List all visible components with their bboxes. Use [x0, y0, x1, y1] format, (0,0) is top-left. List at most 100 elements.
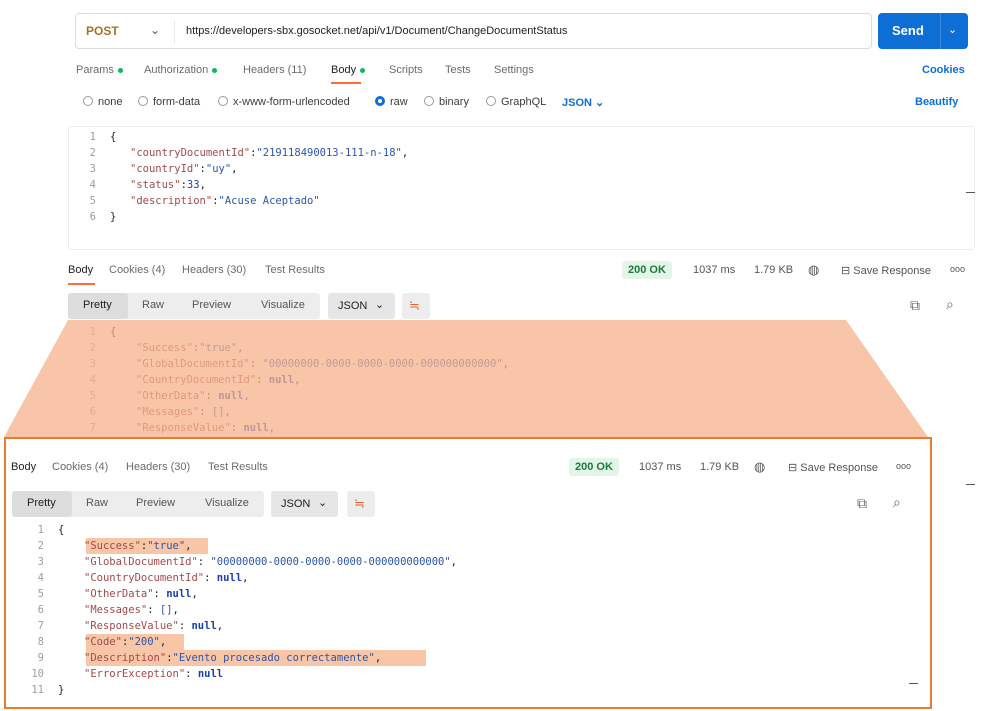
response-tab-test-results[interactable]: Test Results — [208, 461, 268, 473]
scrollbar-handle[interactable] — [966, 484, 975, 485]
response-tab-body[interactable]: Body — [68, 264, 93, 276]
json-comma: , — [294, 374, 301, 386]
brace: { — [110, 131, 117, 143]
response-tab-headers[interactable]: Headers (30) — [126, 461, 190, 473]
json-value: "00000000-0000-0000-0000-000000000000" — [210, 556, 451, 568]
code-line: 5 "OtherData": null, — [24, 586, 457, 602]
line-number: 8 — [37, 636, 44, 648]
request-body-code: 1{2 "countryDocumentId":"219118490013-111… — [76, 129, 409, 225]
code-line: 4 "CountryDocumentId": null, — [76, 372, 509, 388]
code-line: 3 "GlobalDocumentId": "00000000-0000-0000… — [76, 356, 509, 372]
json-key: "Messages" — [84, 604, 148, 616]
json-comma: , — [159, 636, 167, 648]
code-line: 7 "ResponseValue": null, — [24, 618, 457, 634]
code-line: 1{ — [76, 129, 408, 145]
send-button[interactable]: Send ⌄ — [878, 13, 968, 49]
line-number: 1 — [89, 131, 96, 143]
view-visualize[interactable]: Visualize — [205, 497, 249, 509]
json-key: "GlobalDocumentId" — [136, 358, 250, 370]
raw-format-select[interactable]: JSON ⌄ — [562, 96, 604, 109]
body-type-graphql[interactable]: GraphQL — [486, 96, 546, 108]
code-line: 11} — [24, 682, 457, 698]
view-pretty[interactable]: Pretty — [27, 497, 56, 509]
more-options-icon[interactable]: ooo — [896, 461, 911, 471]
chevron-down-icon[interactable]: ⌄ — [948, 23, 957, 36]
response-tab-headers[interactable]: Headers (30) — [182, 264, 246, 276]
view-pretty[interactable]: Pretty — [83, 299, 112, 311]
globe-icon[interactable]: ◍ — [808, 262, 819, 278]
json-value: "200" — [128, 636, 160, 648]
tab-params[interactable]: Params — [76, 64, 123, 76]
json-colon: : — [197, 556, 211, 568]
line-number: 3 — [37, 556, 44, 568]
radio-icon — [486, 96, 496, 106]
line-number: 6 — [89, 211, 96, 223]
json-colon: : — [230, 422, 244, 434]
cookies-link[interactable]: Cookies — [922, 64, 965, 76]
more-options-icon[interactable]: ooo — [950, 264, 965, 274]
copy-icon[interactable]: ⧉ — [910, 297, 920, 314]
globe-icon[interactable]: ◍ — [754, 459, 765, 475]
wrap-lines-button[interactable]: ≒ — [347, 491, 375, 517]
line-number: 4 — [89, 179, 96, 191]
view-preview[interactable]: Preview — [192, 299, 231, 311]
copy-icon[interactable]: ⧉ — [857, 495, 867, 512]
line-number: 10 — [31, 668, 44, 680]
view-preview[interactable]: Preview — [136, 497, 175, 509]
line-number: 4 — [37, 572, 44, 584]
line-number: 5 — [89, 390, 96, 402]
code-line: 6} — [76, 209, 408, 225]
json-value: null — [268, 374, 295, 386]
view-raw[interactable]: Raw — [86, 497, 108, 509]
line-number: 7 — [89, 422, 96, 434]
json-key: "GlobalDocumentId" — [84, 556, 198, 568]
response-body-code-preview: 1{2 "Success":"true", 3 "GlobalDocumentId":… — [76, 324, 509, 436]
tab-headers[interactable]: Headers (11) — [243, 64, 306, 76]
chevron-down-icon: ⌄ — [595, 97, 605, 109]
response-tab-body[interactable]: Body — [11, 461, 36, 473]
body-type-binary[interactable]: binary — [424, 96, 469, 108]
response-format-select[interactable]: JSON ⌄ — [328, 293, 395, 319]
view-visualize[interactable]: Visualize — [261, 299, 305, 311]
beautify-button[interactable]: Beautify — [915, 96, 958, 108]
wrap-lines-button[interactable]: ≒ — [402, 293, 430, 319]
response-tab-cookies[interactable]: Cookies (4) — [109, 264, 165, 276]
body-type-none[interactable]: none — [83, 96, 122, 108]
body-type-urlencoded[interactable]: x-www-form-urlencoded — [218, 96, 350, 108]
tab-body[interactable]: Body — [331, 64, 366, 76]
line-number: 2 — [89, 147, 96, 159]
save-response-button[interactable]: ⊟ Save Response — [788, 461, 878, 474]
view-raw[interactable]: Raw — [142, 299, 164, 311]
body-type-form-data[interactable]: form-data — [138, 96, 200, 108]
scrollbar-handle[interactable] — [966, 192, 975, 193]
search-icon[interactable]: ⌕ — [946, 296, 954, 313]
active-tab-indicator — [331, 82, 361, 84]
json-value: "219118490013-111-n-18" — [256, 147, 402, 159]
tab-tests[interactable]: Tests — [445, 64, 471, 76]
url-input[interactable]: https://developers-sbx.gosocket.net/api/… — [186, 25, 568, 37]
json-value: null — [191, 620, 217, 632]
response-tab-cookies[interactable]: Cookies (4) — [52, 461, 108, 473]
tab-scripts[interactable]: Scripts — [389, 64, 423, 76]
request-url-bar: POST ⌄ https://developers-sbx.gosocket.n… — [75, 13, 872, 49]
json-value: "Evento procesado correctamente" — [172, 652, 375, 664]
response-panel: Body Cookies (4) Headers (30) Test Resul… — [0, 256, 983, 436]
body-type-raw[interactable]: raw — [375, 96, 408, 108]
json-colon: : — [199, 406, 212, 418]
tab-settings[interactable]: Settings — [494, 64, 534, 76]
scrollbar-handle[interactable] — [909, 683, 918, 684]
code-line: 6 "Messages": [], — [76, 404, 509, 420]
line-number: 1 — [89, 326, 96, 338]
save-response-button[interactable]: ⊟ Save Response — [841, 264, 931, 277]
tab-authorization[interactable]: Authorization — [144, 64, 218, 76]
json-key: "Success" — [84, 540, 141, 552]
method-select[interactable]: POST — [86, 24, 119, 38]
response-format-select[interactable]: JSON ⌄ — [271, 491, 338, 517]
search-icon[interactable]: ⌕ — [893, 494, 901, 511]
response-tab-test-results[interactable]: Test Results — [265, 264, 325, 276]
json-comma: , — [502, 358, 509, 370]
json-comma: , — [185, 540, 192, 552]
response-view-switcher: Pretty Raw Preview Visualize — [12, 491, 264, 517]
line-number: 5 — [89, 195, 96, 207]
chevron-down-icon[interactable]: ⌄ — [150, 23, 160, 37]
